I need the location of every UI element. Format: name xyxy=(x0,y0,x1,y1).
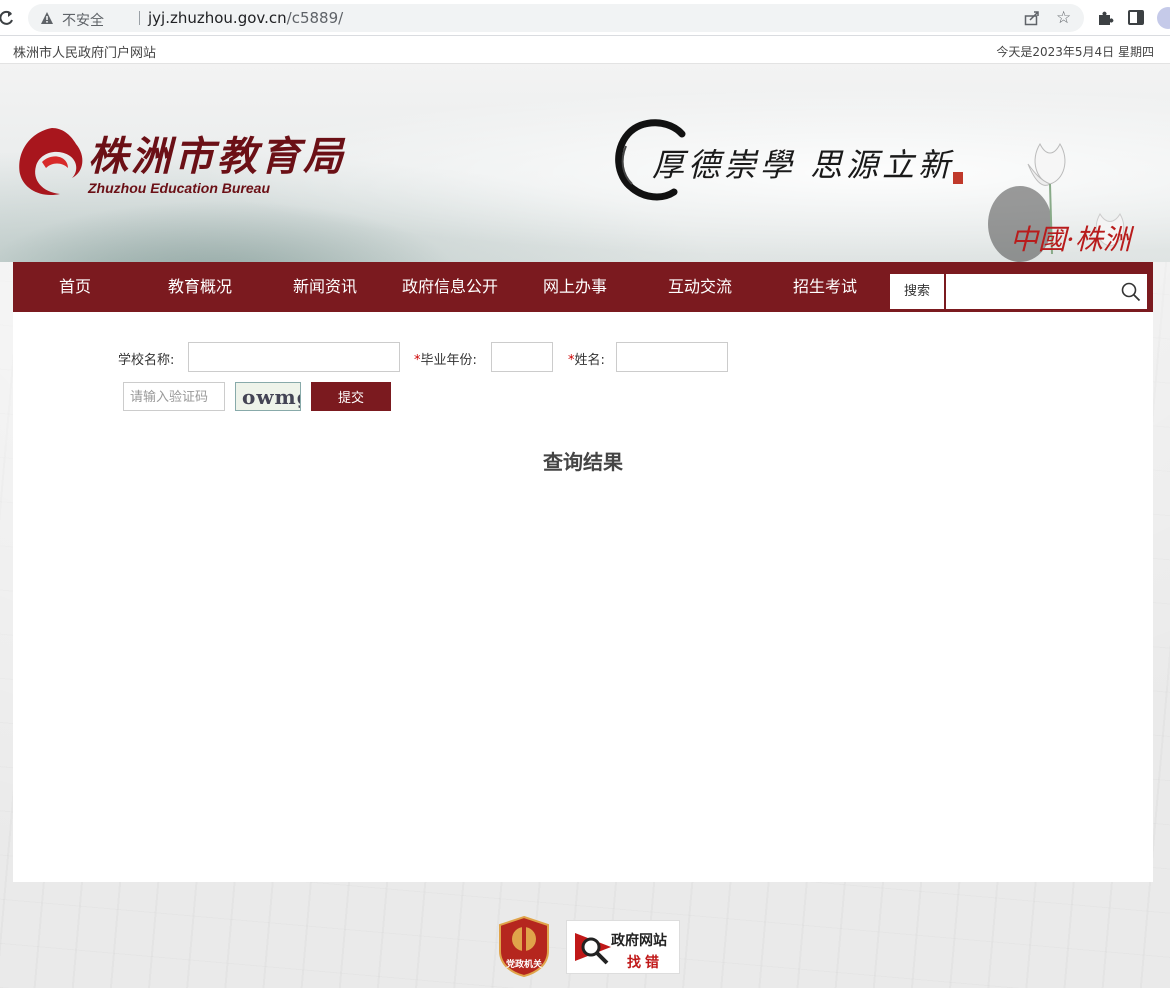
school-name-input[interactable] xyxy=(188,342,400,372)
student-name-input[interactable] xyxy=(616,342,728,372)
search-label: 搜索 xyxy=(890,274,944,309)
nav-item-online-services[interactable]: 网上办事 xyxy=(513,262,637,312)
findbug-title: 政府网站 xyxy=(611,933,667,949)
divider xyxy=(139,11,140,25)
extensions-puzzle-icon[interactable] xyxy=(1096,9,1114,27)
submit-button[interactable]: 提交 xyxy=(311,382,391,411)
captcha-image[interactable]: owmg xyxy=(235,382,301,411)
reload-icon[interactable] xyxy=(0,9,14,27)
school-name-label: 学校名称: xyxy=(118,353,175,368)
motto-calligraphy: 厚德崇學 思源立新 xyxy=(652,146,955,184)
bureau-logo-icon[interactable] xyxy=(12,122,86,202)
browser-toolbar: 不安全 jyj.zhuzhou.gov.cn/c5889/ ☆ xyxy=(0,0,1170,36)
main-navigation: 首页 教育概况 新闻资讯 政府信息公开 网上办事 互动交流 招生考试 搜索 xyxy=(13,262,1153,312)
captcha-input[interactable] xyxy=(123,382,225,411)
query-results-heading: 查询结果 xyxy=(543,450,623,474)
nav-item-news[interactable]: 新闻资讯 xyxy=(263,262,387,312)
student-name-label-text: 姓名: xyxy=(574,353,605,368)
side-panel-icon[interactable] xyxy=(1128,10,1144,25)
nav-item-home[interactable]: 首页 xyxy=(13,262,137,312)
warning-icon[interactable] xyxy=(40,11,54,25)
nav-item-enrollment-exams[interactable]: 招生考试 xyxy=(763,262,887,312)
party-government-badge[interactable]: 党政机关 xyxy=(498,915,550,978)
student-name-label: *姓名: xyxy=(568,349,605,368)
captcha-text: owmg xyxy=(242,385,300,409)
nav-item-info-disclosure[interactable]: 政府信息公开 xyxy=(387,262,513,312)
share-icon[interactable] xyxy=(1024,10,1040,26)
security-label: 不安全 xyxy=(62,13,104,29)
magnifier-flag-icon xyxy=(575,933,611,965)
gov-site-report-error-link[interactable]: 政府网站 找错 xyxy=(566,920,680,974)
government-portal-link[interactable]: 株洲市人民政府门户网站 xyxy=(13,42,156,61)
mountain-mist-decoration xyxy=(0,194,480,262)
nav-item-overview[interactable]: 教育概况 xyxy=(137,262,263,312)
party-badge-text: 党政机关 xyxy=(505,960,542,970)
search-icon[interactable] xyxy=(1121,282,1141,302)
address-bar[interactable]: 不安全 jyj.zhuzhou.gov.cn/c5889/ ☆ xyxy=(28,4,1084,32)
url-host: jyj.zhuzhou.gov.cn xyxy=(148,9,287,27)
red-seal-stamp xyxy=(953,172,963,184)
site-banner: 株洲市教育局 Zhuzhou Education Bureau 厚德崇學 思源立… xyxy=(0,64,1170,262)
url-path: /c5889/ xyxy=(286,9,344,27)
china-zhuzhou-signature: 中國·株洲 xyxy=(1010,223,1131,256)
bureau-name-cn: 株洲市教育局 xyxy=(88,133,346,180)
search-input[interactable] xyxy=(946,274,1147,309)
bureau-name-en: Zhuzhou Education Bureau xyxy=(88,180,270,196)
nav-item-interaction[interactable]: 互动交流 xyxy=(637,262,763,312)
top-info-bar: 株洲市人民政府门户网站 今天是2023年5月4日 星期四 xyxy=(0,36,1170,64)
graduation-year-label-text: 毕业年份: xyxy=(420,353,477,368)
graduation-year-label: *毕业年份: xyxy=(414,349,477,368)
graduation-year-input[interactable] xyxy=(491,342,553,372)
profile-avatar[interactable] xyxy=(1157,7,1170,29)
query-panel: 学校名称: *毕业年份: *姓名: owmg 提交 查询结果 xyxy=(13,312,1153,882)
url-text: jyj.zhuzhou.gov.cn/c5889/ xyxy=(148,9,343,27)
bookmark-star-icon[interactable]: ☆ xyxy=(1056,8,1071,28)
current-date: 今天是2023年5月4日 星期四 xyxy=(996,45,1154,59)
findbug-subtitle: 找错 xyxy=(627,955,663,971)
